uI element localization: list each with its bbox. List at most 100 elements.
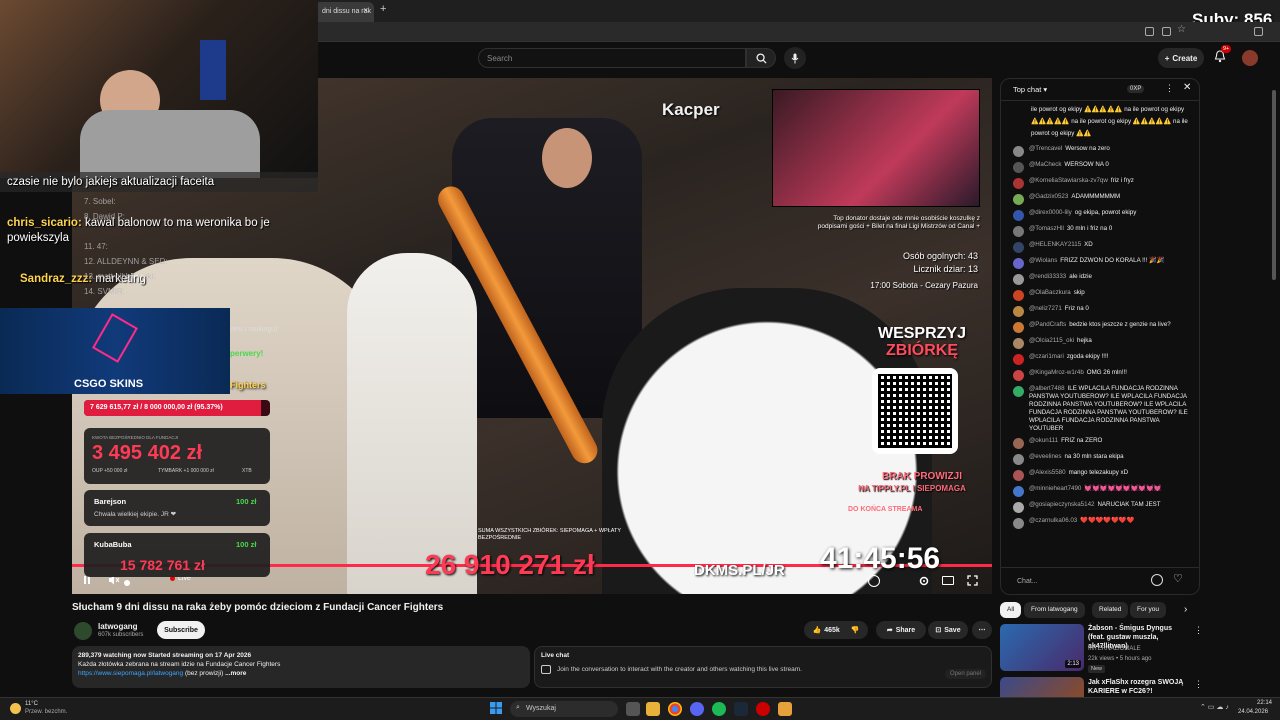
video-description[interactable]: 289,379 watching now Started streaming o… — [72, 646, 530, 688]
chat-author[interactable]: @gosiapieczynska5142 — [1029, 501, 1094, 508]
close-tab-icon[interactable]: × — [363, 5, 368, 15]
task-view-icon[interactable] — [626, 702, 640, 716]
clock-date[interactable]: 24.04.2026 — [1238, 709, 1268, 715]
share-button[interactable]: ➦ Share — [876, 621, 926, 639]
chat-author[interactable]: @TomaszHll — [1029, 225, 1064, 232]
chat-author[interactable]: @Olcia2115_oki — [1029, 337, 1074, 344]
more-actions-button[interactable]: ⋯ — [972, 621, 992, 639]
chat-author[interactable]: @HELENKAY2115 — [1029, 241, 1081, 248]
chat-avatar[interactable] — [1013, 210, 1024, 221]
discord-icon[interactable] — [690, 702, 704, 716]
chat-avatar[interactable] — [1013, 386, 1024, 397]
channel-avatar[interactable] — [74, 622, 92, 640]
bookmark-star-icon[interactable]: ☆ — [1177, 24, 1186, 35]
chat-avatar[interactable] — [1013, 322, 1024, 333]
chat-author[interactable]: @rendi33333 — [1029, 273, 1066, 280]
chat-author[interactable]: @Gadzix0523 — [1029, 193, 1068, 200]
more-options-icon[interactable]: ⋮ — [1165, 83, 1174, 94]
chat-avatar[interactable] — [1013, 146, 1024, 157]
chrome-icon[interactable] — [668, 702, 682, 716]
chip-related[interactable]: Related — [1092, 602, 1129, 618]
chat-avatar[interactable] — [1013, 226, 1024, 237]
settings-button[interactable] — [918, 575, 930, 587]
chip-for-you[interactable]: For you — [1130, 602, 1167, 618]
rec-thumbnail[interactable]: 2:13 — [1000, 624, 1084, 671]
obs-icon[interactable] — [756, 702, 770, 716]
chat-avatar[interactable] — [1013, 290, 1024, 301]
chat-avatar[interactable] — [1013, 242, 1024, 253]
chat-author[interactable]: @PandCrafts — [1029, 321, 1066, 328]
weather-icon[interactable] — [10, 703, 21, 714]
chat-author[interactable]: @eveelines — [1029, 453, 1061, 460]
chat-author[interactable]: @KorneliaStawiarska-zv7qw — [1029, 177, 1108, 184]
chat-avatar[interactable] — [1013, 470, 1024, 481]
chevron-down-icon[interactable]: ▾ — [1043, 85, 1047, 94]
chevron-right-icon[interactable]: › — [1184, 604, 1187, 615]
file-explorer-icon[interactable] — [646, 702, 660, 716]
system-tray-icons[interactable]: ⌃ ▭ ☁ ♪ — [1200, 703, 1229, 711]
chat-avatar[interactable] — [1013, 194, 1024, 205]
chat-author[interactable]: @albert7488 — [1029, 385, 1065, 392]
chat-avatar[interactable] — [1013, 354, 1024, 365]
chat-avatar[interactable] — [1013, 502, 1024, 513]
fullscreen-button[interactable] — [967, 575, 978, 586]
clock-time[interactable]: 22:14 — [1246, 700, 1272, 706]
description-link[interactable]: https://www.siepomaga.pl/latwogang — [78, 670, 183, 677]
chat-author[interactable]: @OlaBaczkura — [1029, 289, 1071, 296]
new-tab-button[interactable]: + — [380, 3, 386, 15]
search-input[interactable]: Search — [478, 48, 746, 68]
thumbs-down-icon[interactable]: 👎 — [851, 626, 860, 634]
heart-icon[interactable]: ♡ — [1173, 572, 1183, 585]
notifications-button[interactable]: 9+ — [1214, 45, 1232, 64]
chat-author[interactable]: @KingaMroz-w1r4b — [1029, 369, 1084, 376]
chat-avatar[interactable] — [1013, 306, 1024, 317]
sidepanel-icon[interactable] — [1254, 27, 1263, 36]
open-panel-button[interactable]: Open panel — [945, 669, 987, 679]
chat-avatar[interactable] — [1013, 454, 1024, 465]
steam-icon[interactable] — [734, 702, 748, 716]
rec-title[interactable]: Jak xFlaShx rozegra SWOJĄ KARIERE w FC26… — [1088, 678, 1192, 696]
rec-channel[interactable]: INTERNAZIOMALE — [1088, 646, 1141, 652]
autoplay-toggle-icon[interactable] — [868, 575, 880, 587]
top-chat-dropdown[interactable]: Top chat — [1013, 85, 1041, 94]
chat-avatar[interactable] — [1013, 486, 1024, 497]
volume-slider-handle[interactable] — [124, 580, 130, 586]
spotify-icon[interactable] — [712, 702, 726, 716]
save-button[interactable]: ⊡ Save — [928, 621, 968, 639]
channel-name[interactable]: latwogang — [98, 622, 138, 631]
show-more-link[interactable]: ...more — [225, 670, 246, 677]
chat-avatar[interactable] — [1013, 518, 1024, 529]
points-badge[interactable]: 0XP — [1127, 85, 1145, 93]
account-avatar[interactable] — [1242, 50, 1258, 66]
chat-author[interactable]: @Trencavel — [1029, 145, 1062, 152]
chip-all[interactable]: All — [1000, 602, 1022, 618]
chat-avatar[interactable] — [1013, 370, 1024, 381]
voice-search-button[interactable] — [784, 47, 806, 69]
theater-mode-icon[interactable] — [942, 576, 954, 585]
app-icon[interactable] — [778, 702, 792, 716]
rec-more-icon[interactable]: ⋮ — [1194, 679, 1203, 690]
chat-avatar[interactable] — [1013, 438, 1024, 449]
chat-author[interactable]: @direx0000-lily — [1029, 209, 1072, 216]
chat-avatar[interactable] — [1013, 178, 1024, 189]
chat-author[interactable]: @Alexis5580 — [1029, 469, 1066, 476]
like-button[interactable]: 👍 465k — [812, 626, 839, 635]
search-button[interactable] — [746, 48, 776, 68]
page-scrollbar[interactable] — [1272, 90, 1276, 280]
close-chat-icon[interactable]: ✕ — [1183, 82, 1191, 93]
chat-avatar[interactable] — [1013, 338, 1024, 349]
chat-input[interactable]: Chat... — [1011, 574, 1151, 590]
taskbar-search[interactable]: ⌕ Wyszukaj — [510, 701, 618, 717]
chat-author[interactable]: @czari1mari — [1029, 353, 1064, 360]
chat-avatar[interactable] — [1013, 274, 1024, 285]
cast-icon[interactable] — [1162, 27, 1171, 36]
chat-avatar[interactable] — [1013, 258, 1024, 269]
rec-thumbnail[interactable] — [1000, 677, 1084, 697]
rec-more-icon[interactable]: ⋮ — [1194, 625, 1203, 636]
chat-author[interactable]: @MaCheck — [1029, 161, 1061, 168]
chip-from-channel[interactable]: From latwogang — [1024, 602, 1085, 618]
emoji-icon[interactable] — [1151, 574, 1163, 586]
subscribe-button[interactable]: Subscribe — [157, 621, 205, 639]
chat-avatar[interactable] — [1013, 162, 1024, 173]
chat-author[interactable]: @okun111 — [1029, 437, 1058, 444]
